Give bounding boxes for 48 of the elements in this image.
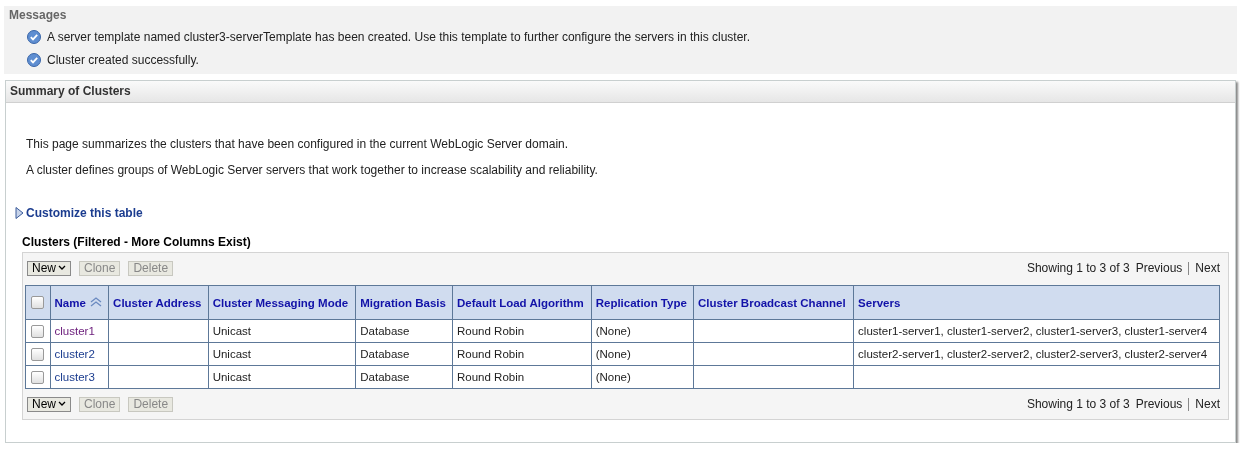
description-text: A cluster defines groups of WebLogic Server servers that work together to increase scalability and reliability.: [25, 163, 599, 177]
table-cell: (None): [595, 325, 631, 337]
column-header[interactable]: Cluster Messaging Mode: [208, 285, 356, 320]
row-checkbox[interactable]: [31, 370, 44, 384]
caret-icon: [58, 401, 66, 407]
column-header[interactable]: Migration Basis: [355, 285, 453, 320]
sort-icon: [88, 296, 103, 307]
new-menu-button[interactable]: New: [27, 396, 71, 412]
next-link[interactable]: Next: [1195, 261, 1220, 275]
column-header[interactable]: Default Load Algorithm: [452, 285, 592, 320]
row-checkbox[interactable]: [31, 324, 44, 338]
table-cell: Database: [360, 371, 410, 383]
new-menu-button[interactable]: New: [27, 260, 71, 276]
column-header[interactable]: Name: [50, 285, 109, 320]
table-cell: Unicast: [212, 348, 251, 360]
check-icon: [27, 30, 41, 44]
table-cell: cluster1-server1, cluster1-server2, cluster1-server3, cluster1-server4: [858, 325, 1208, 337]
table-cell: Unicast: [212, 371, 251, 383]
expand-icon: [15, 207, 24, 219]
table-cell: Database: [360, 325, 410, 337]
column-header[interactable]: Servers: [853, 285, 1220, 320]
previous-link[interactable]: Previous: [1135, 397, 1183, 411]
table-cell: cluster2-server1, cluster2-server2, cluster2-server3, cluster2-server4: [858, 348, 1208, 360]
table-cell: Database: [360, 348, 410, 360]
next-link[interactable]: Next: [1195, 397, 1220, 411]
column-header[interactable]: Cluster Address: [108, 285, 209, 320]
table-cell: Round Robin: [457, 371, 525, 383]
table-cell: (None): [595, 371, 631, 383]
table-title: Clusters (Filtered - More Columns Exist): [22, 235, 252, 249]
select-all-checkbox[interactable]: [31, 296, 44, 310]
message-text: A server template named cluster3-serverTemplate has been created. Use this template to further configure the servers in this cluster.: [47, 30, 750, 44]
table-cell: (None): [595, 348, 631, 360]
table-cell: Round Robin: [457, 325, 525, 337]
panel-title: Summary of Clusters: [6, 81, 1235, 103]
column-header[interactable]: Replication Type: [591, 285, 694, 320]
customize-table-link[interactable]: Customize this table: [15, 206, 143, 220]
paging-status: Showing 1 to 3 of 3: [1026, 397, 1130, 411]
paging-status: Showing 1 to 3 of 3: [1026, 261, 1130, 275]
message-text: Cluster created successfully.: [47, 53, 199, 67]
column-header[interactable]: Cluster Broadcast Channel: [693, 285, 854, 320]
previous-link[interactable]: Previous: [1135, 261, 1183, 275]
description-text: This page summarizes the clusters that have been configured in the current WebLogic Server domain.: [25, 137, 570, 151]
table-cell: Unicast: [212, 325, 251, 337]
row-checkbox[interactable]: [31, 347, 44, 361]
caret-icon: [58, 265, 66, 271]
messages-title: Messages: [8, 8, 68, 22]
table-cell: Round Robin: [457, 348, 525, 360]
check-icon: [27, 53, 41, 67]
